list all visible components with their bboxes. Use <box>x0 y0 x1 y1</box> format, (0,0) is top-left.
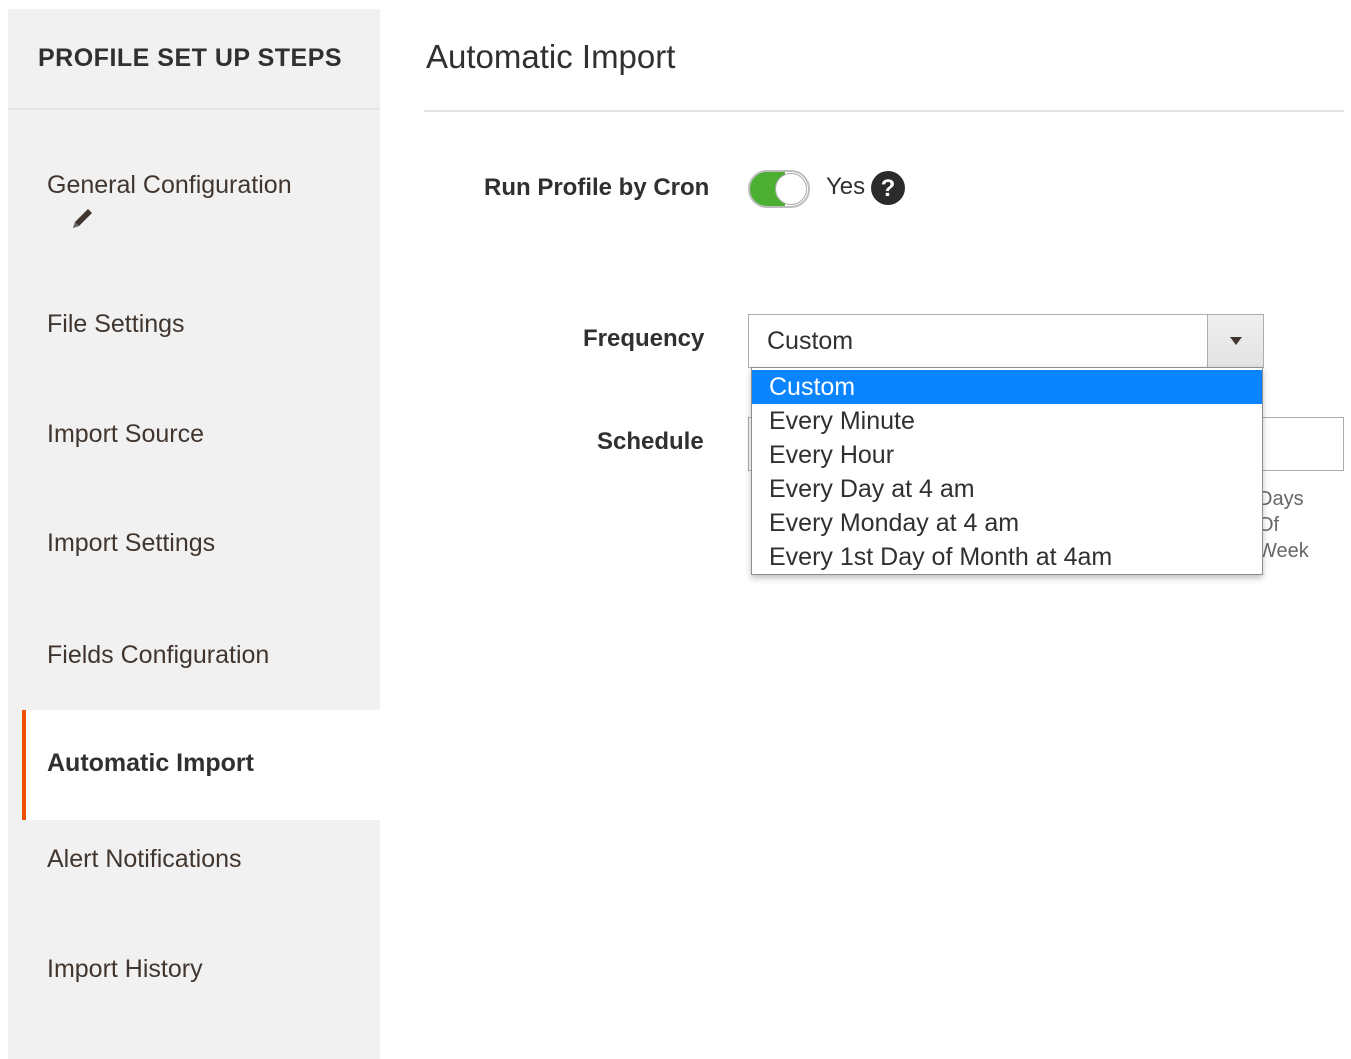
frequency-option-every-minute[interactable]: Every Minute <box>752 404 1262 438</box>
sidebar: PROFILE SET UP STEPS General Configurati… <box>8 9 380 1059</box>
sidebar-item-import-history[interactable]: Import History <box>8 955 380 984</box>
svg-text:?: ? <box>881 175 896 202</box>
sidebar-item-label: Import Settings <box>47 529 216 557</box>
sidebar-item-general-configuration[interactable]: General Configuration <box>8 171 380 228</box>
toggle-value-text: Yes <box>826 173 866 200</box>
hint-line: Days <box>1258 488 1304 510</box>
chevron-down-icon <box>1230 337 1242 345</box>
toggle-knob <box>775 173 807 205</box>
hint-line: Of <box>1258 514 1280 536</box>
help-icon[interactable]: ? <box>870 170 906 206</box>
sidebar-item-label: Fields Configuration <box>47 641 270 669</box>
sidebar-title: PROFILE SET UP STEPS <box>38 44 343 72</box>
sidebar-item-file-settings[interactable]: File Settings <box>8 310 380 339</box>
sidebar-item-alert-notifications[interactable]: Alert Notifications <box>8 845 380 874</box>
sidebar-item-label: Import Source <box>47 420 205 448</box>
sidebar-item-label: File Settings <box>47 310 185 338</box>
frequency-option-custom[interactable]: Custom <box>752 370 1262 404</box>
frequency-option-every-month[interactable]: Every 1st Day of Month at 4am <box>752 540 1262 574</box>
frequency-select[interactable]: Custom <box>748 314 1264 368</box>
frequency-option-every-day[interactable]: Every Day at 4 am <box>752 472 1262 506</box>
sidebar-item-fields-configuration[interactable]: Fields Configuration <box>8 641 380 670</box>
frequency-label: Frequency <box>583 325 705 352</box>
frequency-dropdown-list: Custom Every Minute Every Hour Every Day… <box>751 367 1263 575</box>
sidebar-header: PROFILE SET UP STEPS <box>8 9 380 110</box>
frequency-option-every-hour[interactable]: Every Hour <box>752 438 1262 472</box>
sidebar-item-label: Alert Notifications <box>47 845 242 873</box>
frequency-option-every-monday[interactable]: Every Monday at 4 am <box>752 506 1262 540</box>
select-toggle-button[interactable] <box>1207 315 1263 367</box>
pencil-icon <box>73 209 92 228</box>
run-profile-by-cron-label: Run Profile by Cron <box>484 174 710 201</box>
sidebar-item-label: Import History <box>47 955 203 983</box>
sidebar-item-import-source[interactable]: Import Source <box>8 420 380 449</box>
sidebar-item-label: General Configuration <box>47 171 292 199</box>
sidebar-item-import-settings[interactable]: Import Settings <box>8 529 380 558</box>
schedule-label: Schedule <box>597 428 704 455</box>
schedule-hint: Days Of Week <box>1258 486 1309 564</box>
sidebar-item-automatic-import[interactable]: Automatic Import <box>22 710 380 820</box>
run-profile-by-cron-toggle[interactable] <box>748 170 810 208</box>
title-divider <box>424 110 1344 112</box>
page-title: Automatic Import <box>426 38 676 75</box>
hint-line: Week <box>1258 540 1309 562</box>
sidebar-item-label: Automatic Import <box>47 749 254 777</box>
frequency-select-value: Custom <box>767 327 854 355</box>
